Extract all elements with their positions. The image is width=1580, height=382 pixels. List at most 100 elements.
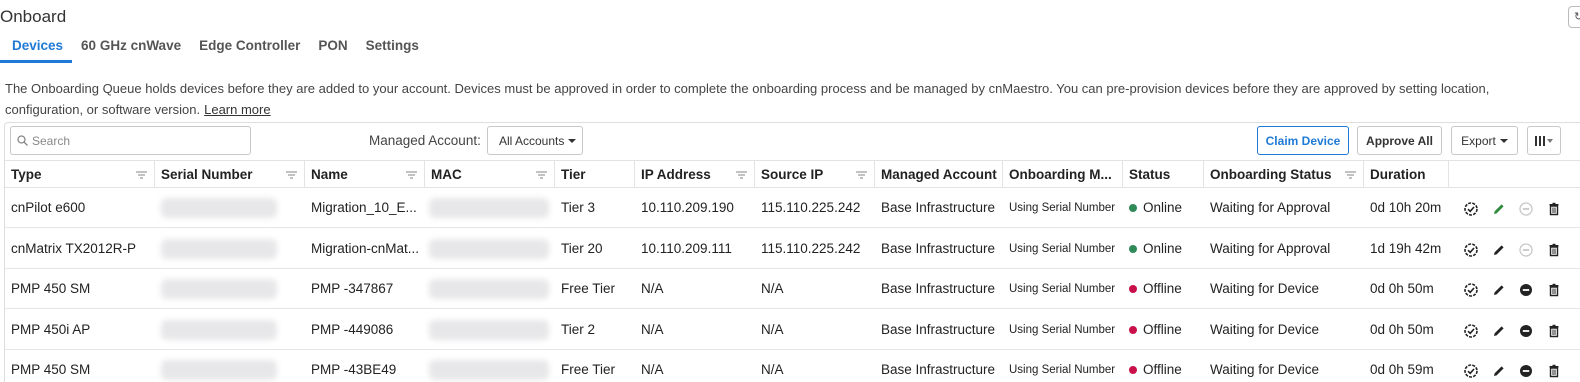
approve-icon[interactable] xyxy=(1463,282,1479,298)
cell-type: PMP 450 SM xyxy=(11,281,91,296)
tab-pon[interactable]: PON xyxy=(309,37,356,63)
column-label: IP Address xyxy=(641,167,711,182)
filter-icon[interactable] xyxy=(856,171,867,179)
edit-icon[interactable] xyxy=(1491,363,1507,379)
learn-more-link[interactable]: Learn more xyxy=(204,102,270,117)
cell-duration: 0d 0h 59m xyxy=(1370,362,1434,377)
cell-tier: Free Tier xyxy=(561,281,616,296)
column-label: Onboarding M... xyxy=(1009,167,1112,182)
tab-60ghz-cnwave[interactable]: 60 GHz cnWave xyxy=(72,37,190,63)
cell-duration: 0d 0h 50m xyxy=(1370,281,1434,296)
edit-icon[interactable] xyxy=(1491,323,1507,339)
approve-all-button[interactable]: Approve All xyxy=(1357,126,1442,155)
column-label: Status xyxy=(1129,167,1171,182)
table-row[interactable]: PMP 450 SM PMP -43BE49 Free Tier N/A N/A… xyxy=(5,350,1580,382)
cell-serial-number xyxy=(155,310,305,350)
table-row[interactable]: cnPilot e600 Migration_10_E... Tier 3 10… xyxy=(5,188,1580,228)
cell-mac xyxy=(425,310,555,350)
cell-mac xyxy=(425,229,555,269)
cell-type: PMP 450 SM xyxy=(11,362,91,377)
approve-icon[interactable] xyxy=(1463,363,1479,379)
cell-type: PMP 450i AP xyxy=(11,321,91,337)
cell-managed-account: Base Infrastructure xyxy=(881,200,996,215)
tab-edge-controller[interactable]: Edge Controller xyxy=(190,37,309,63)
delete-icon[interactable] xyxy=(1546,282,1562,298)
table-header: Type Serial Number Name MAC Tier IP Addr… xyxy=(5,160,1580,188)
table-row[interactable]: PMP 450i AP PMP -449086 Tier 2 N/A N/A B… xyxy=(5,310,1580,350)
edit-icon[interactable] xyxy=(1491,282,1507,298)
cell-serial-number xyxy=(155,269,305,309)
cell-tier: Tier 2 xyxy=(561,321,596,337)
filter-icon[interactable] xyxy=(406,171,417,179)
cell-type: cnPilot e600 xyxy=(11,200,86,215)
column-label: Source IP xyxy=(761,167,824,182)
column-header-managed-account[interactable]: Managed Account xyxy=(875,161,1003,188)
table-row[interactable]: cnMatrix TX2012R-P Migration-cnMat... Ti… xyxy=(5,229,1580,269)
search-input[interactable] xyxy=(32,133,232,148)
approve-icon[interactable] xyxy=(1463,323,1479,339)
redacted-value xyxy=(429,279,549,299)
approve-icon[interactable] xyxy=(1463,201,1479,217)
cell-ip-address: 10.110.209.190 xyxy=(641,200,734,215)
filter-icon[interactable] xyxy=(536,171,547,179)
cell-status: Offline xyxy=(1123,269,1204,309)
cell-name: Migration_10_E... xyxy=(311,200,417,215)
cell-status: Offline xyxy=(1123,350,1204,382)
status-dot xyxy=(1129,204,1137,212)
disable-icon[interactable] xyxy=(1518,201,1534,217)
filter-icon[interactable] xyxy=(736,171,747,179)
column-label: Type xyxy=(11,167,42,182)
export-button[interactable]: Export xyxy=(1451,126,1518,155)
delete-icon[interactable] xyxy=(1546,201,1562,217)
cell-source-ip: N/A xyxy=(761,281,784,296)
tab-settings[interactable]: Settings xyxy=(357,37,428,63)
column-header-tier[interactable]: Tier xyxy=(555,161,635,188)
chevron-down-icon xyxy=(1547,138,1553,143)
managed-account-select[interactable]: All Accounts xyxy=(487,126,583,155)
edit-icon[interactable] xyxy=(1491,242,1507,258)
edit-icon[interactable] xyxy=(1491,201,1507,217)
redacted-value xyxy=(429,360,549,380)
cell-onboarding-status: Waiting for Device xyxy=(1210,321,1320,337)
page-title: Onboard xyxy=(0,7,67,26)
column-header-ip-address[interactable]: IP Address xyxy=(635,161,755,188)
column-header-status[interactable]: Status xyxy=(1123,161,1204,188)
cell-serial-number xyxy=(155,188,305,228)
column-header-name[interactable]: Name xyxy=(305,161,425,188)
tab-devices[interactable]: Devices xyxy=(0,37,73,63)
filter-icon[interactable] xyxy=(1345,171,1356,179)
column-header-type[interactable]: Type xyxy=(5,161,155,188)
column-header-duration[interactable]: Duration xyxy=(1364,161,1449,188)
disable-icon[interactable] xyxy=(1518,363,1534,379)
column-header-mac[interactable]: MAC xyxy=(425,161,555,188)
managed-account-label: Managed Account: xyxy=(369,133,481,148)
claim-device-button[interactable]: Claim Device xyxy=(1257,126,1349,155)
cell-source-ip: 115.110.225.242 xyxy=(761,240,861,256)
refresh-button[interactable]: ↻ xyxy=(1568,6,1580,28)
cell-tier: Tier 20 xyxy=(561,240,603,256)
tab-bar: Devices 60 GHz cnWave Edge Controller PO… xyxy=(0,37,428,63)
filter-icon[interactable] xyxy=(136,171,147,179)
cell-source-ip: N/A xyxy=(761,321,784,337)
column-label: Managed Account xyxy=(881,167,997,182)
column-header-onboarding-method[interactable]: Onboarding M... xyxy=(1003,161,1123,188)
cell-onboarding-method: Using Serial Number xyxy=(1009,323,1116,336)
table-row[interactable]: PMP 450 SM PMP -347867 Free Tier N/A N/A… xyxy=(5,269,1580,309)
cell-status: Online xyxy=(1123,229,1204,269)
cell-managed-account: Base Infrastructure xyxy=(881,362,996,377)
column-chooser-button[interactable] xyxy=(1527,126,1561,155)
delete-icon[interactable] xyxy=(1546,363,1562,379)
delete-icon[interactable] xyxy=(1546,323,1562,339)
disable-icon[interactable] xyxy=(1518,323,1534,339)
approve-icon[interactable] xyxy=(1463,242,1479,258)
column-header-serial-number[interactable]: Serial Number xyxy=(155,161,305,188)
search-box[interactable] xyxy=(10,126,251,155)
column-header-source-ip[interactable]: Source IP xyxy=(755,161,875,188)
column-header-onboarding-status[interactable]: Onboarding Status xyxy=(1204,161,1364,188)
delete-icon[interactable] xyxy=(1546,242,1562,258)
cell-name: Migration-cnMat... xyxy=(311,240,420,256)
disable-icon[interactable] xyxy=(1518,242,1534,258)
disable-icon[interactable] xyxy=(1518,282,1534,298)
cell-status: Offline xyxy=(1123,310,1204,350)
filter-icon[interactable] xyxy=(286,171,297,179)
